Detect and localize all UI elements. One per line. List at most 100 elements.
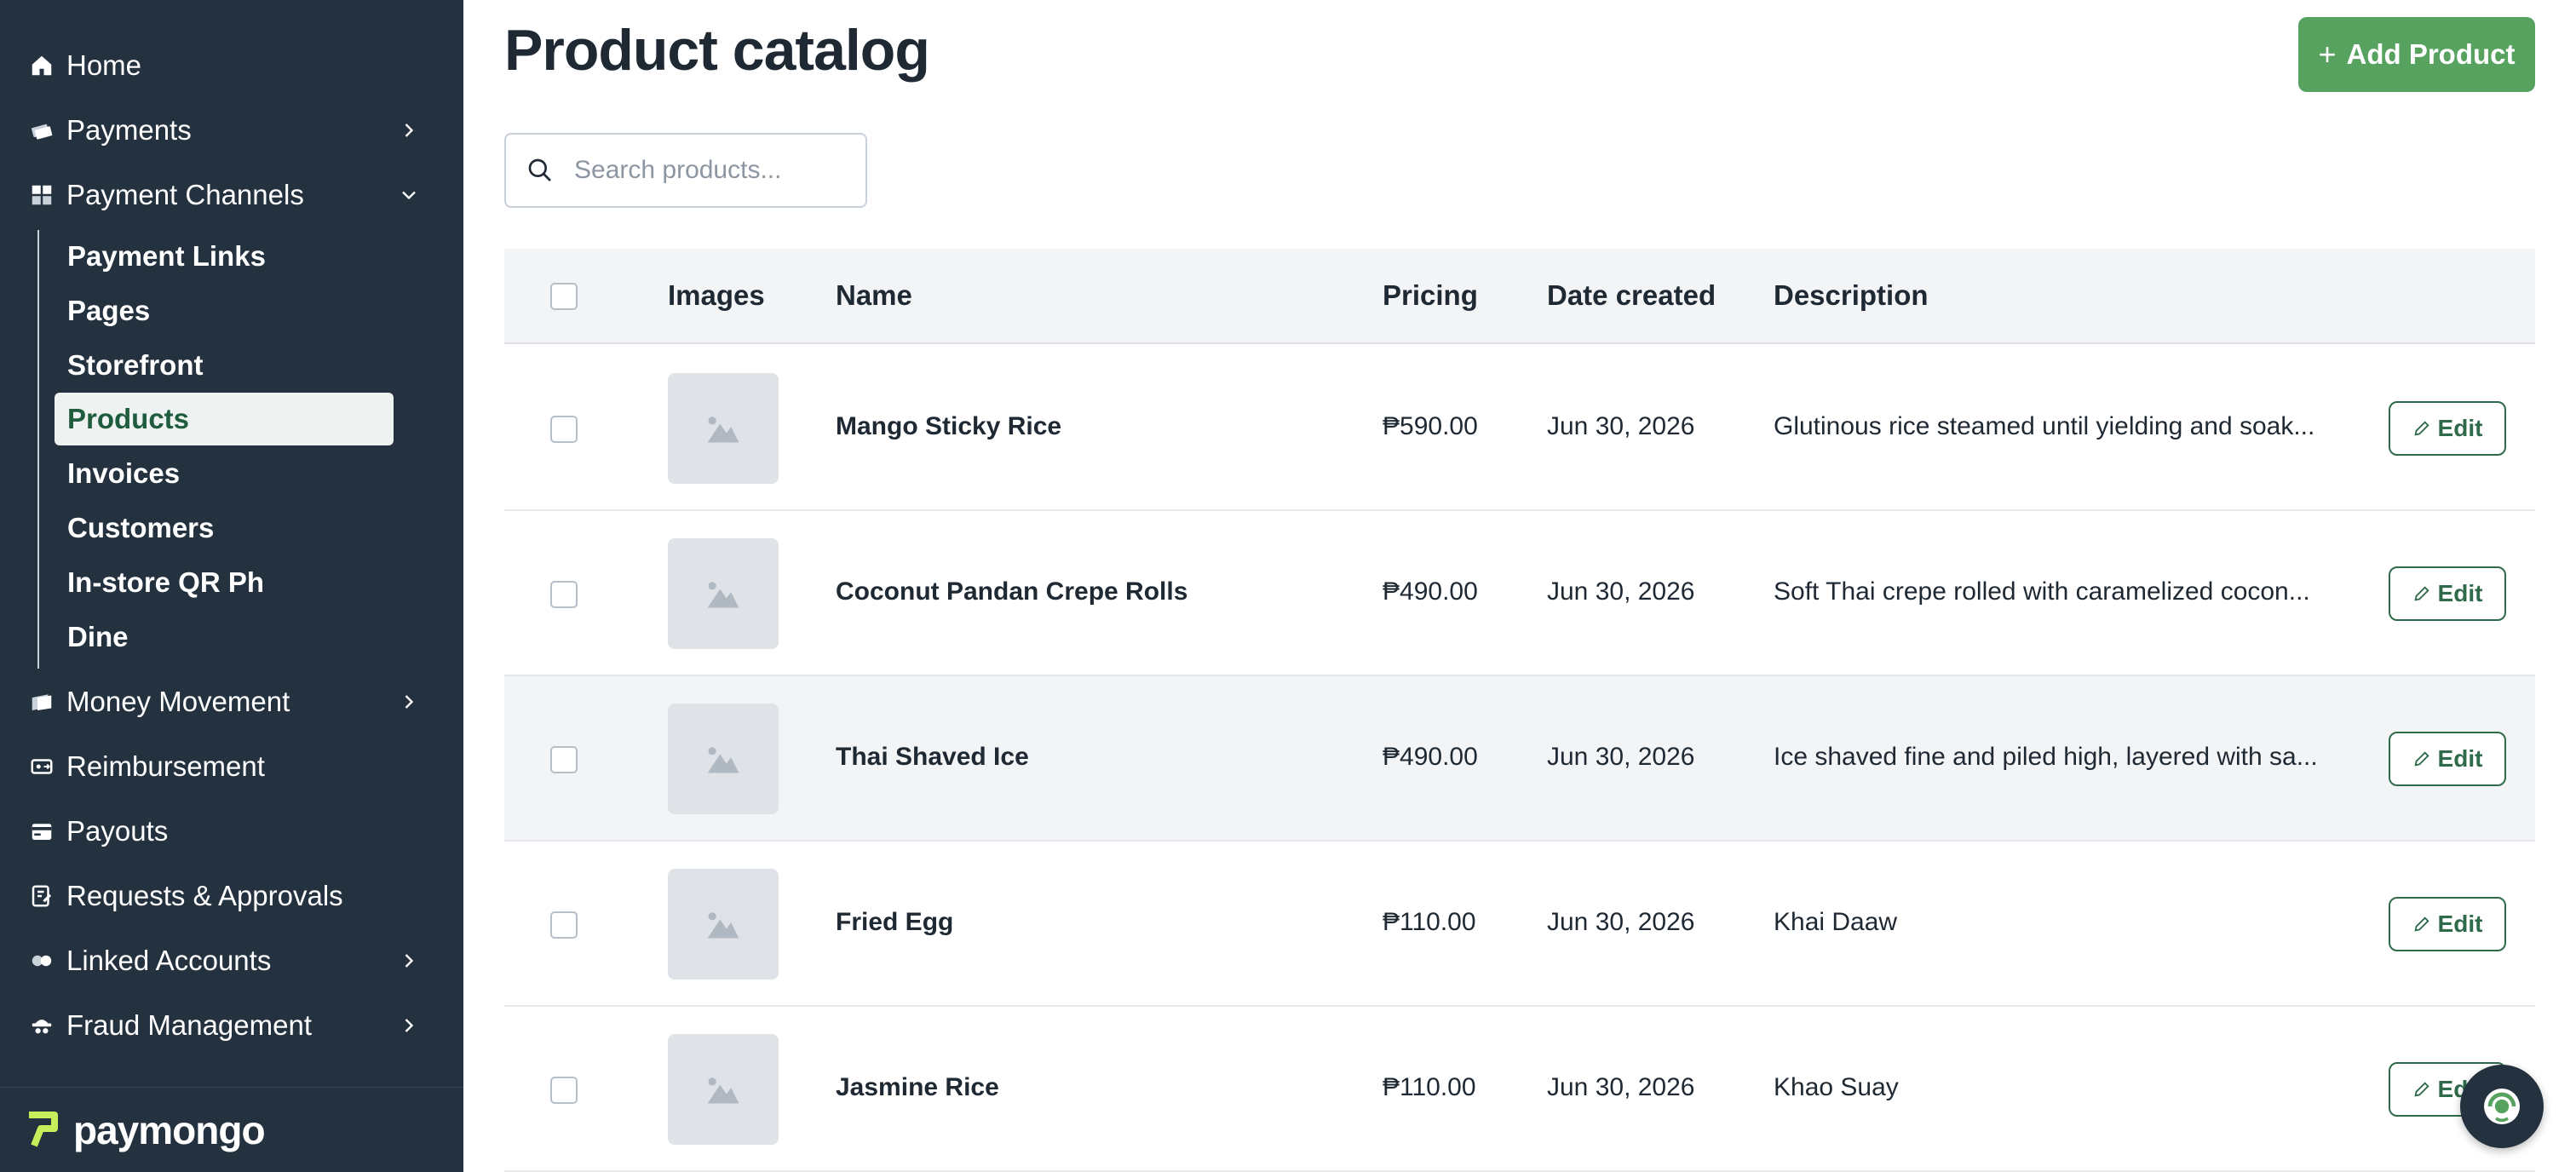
add-product-button[interactable]: + Add Product	[2298, 17, 2535, 92]
help-chat-button[interactable]	[2460, 1065, 2544, 1148]
payment-channels-icon	[27, 181, 56, 210]
table-row[interactable]: Coconut Pandan Crepe Rolls ₱490.00 Jun 3…	[504, 511, 2535, 676]
edit-button[interactable]: Edit	[2389, 897, 2506, 951]
sidebar-item-customers[interactable]: Customers	[55, 502, 394, 554]
product-description: Khao Suay	[1774, 1073, 1899, 1101]
sidebar-item-products[interactable]: Products	[55, 393, 394, 445]
plus-icon: +	[2318, 37, 2337, 72]
product-image-placeholder	[668, 373, 779, 484]
product-image-placeholder	[668, 704, 779, 814]
pencil-icon	[2414, 421, 2429, 436]
sidebar-item-label: Fraud Management	[66, 1009, 312, 1041]
row-checkbox[interactable]	[550, 581, 578, 608]
sidebar-item-label: Linked Accounts	[66, 945, 272, 976]
payments-icon	[27, 116, 56, 145]
table-row[interactable]: Fried Egg ₱110.00 Jun 30, 2026 Khai Daaw…	[504, 842, 2535, 1007]
sidebar-item-label: Payouts	[66, 815, 169, 847]
pencil-icon	[2414, 586, 2429, 601]
pencil-icon	[2414, 1082, 2429, 1097]
select-all-checkbox[interactable]	[550, 283, 578, 310]
image-placeholder-icon	[707, 747, 739, 773]
brand-name: paymongo	[73, 1107, 266, 1152]
table-row[interactable]: Thai Shaved Ice ₱490.00 Jun 30, 2026 Ice…	[504, 676, 2535, 842]
edit-label: Edit	[2437, 580, 2483, 606]
money-movement-icon	[27, 687, 56, 716]
product-name: Coconut Pandan Crepe Rolls	[836, 577, 1188, 606]
search-box	[504, 133, 867, 208]
sidebar-item-fraud-management[interactable]: Fraud Management	[0, 1000, 463, 1051]
paymongo-logo-icon	[29, 1111, 58, 1146]
sidebar-item-label: Requests & Approvals	[66, 880, 343, 911]
product-name: Jasmine Rice	[836, 1073, 999, 1101]
product-date: Jun 30, 2026	[1547, 577, 1695, 606]
sidebar-item-pages[interactable]: Pages	[55, 284, 394, 337]
support-agent-icon	[2484, 1089, 2520, 1124]
sidebar-item-payment-channels[interactable]: Payment Channels	[0, 169, 463, 221]
row-checkbox[interactable]	[550, 746, 578, 773]
chevron-down-icon	[402, 191, 416, 200]
image-placeholder-icon	[707, 582, 739, 608]
home-icon	[27, 51, 56, 80]
reimbursement-icon	[27, 752, 56, 781]
column-header-date-created: Date created	[1547, 279, 1716, 311]
sidebar-item-requests-approvals[interactable]: Requests & Approvals	[0, 870, 463, 922]
sidebar-footer: paymongo	[0, 1087, 463, 1172]
product-image-placeholder	[668, 1034, 779, 1145]
product-date: Jun 30, 2026	[1547, 908, 1695, 936]
sidebar-item-home[interactable]: Home	[0, 40, 463, 91]
row-checkbox[interactable]	[550, 416, 578, 443]
sidebar-item-label: Payment Channels	[66, 179, 304, 210]
chevron-right-icon	[405, 1019, 414, 1032]
row-checkbox[interactable]	[550, 911, 578, 939]
chevron-right-icon	[405, 124, 414, 137]
product-image-placeholder	[668, 538, 779, 649]
image-placeholder-icon	[707, 1077, 739, 1104]
row-checkbox[interactable]	[550, 1077, 578, 1104]
product-date: Jun 30, 2026	[1547, 1073, 1695, 1101]
linked-accounts-icon	[27, 946, 56, 975]
sidebar-item-label: Reimbursement	[66, 750, 265, 782]
sidebar-item-money-movement[interactable]: Money Movement	[0, 676, 463, 727]
product-price: ₱110.00	[1383, 1073, 1476, 1101]
page-title: Product catalog	[504, 18, 930, 83]
chevron-right-icon	[405, 695, 414, 709]
submenu-rail	[37, 230, 39, 669]
sidebar-item-dine[interactable]: Dine	[55, 611, 394, 664]
sidebar-item-in-store-qr[interactable]: In-store QR Ph	[55, 556, 394, 609]
search-icon	[528, 158, 551, 181]
sidebar-item-label: Payments	[66, 114, 192, 146]
add-product-label: Add Product	[2346, 38, 2516, 70]
edit-button[interactable]: Edit	[2389, 732, 2506, 786]
payouts-icon	[27, 817, 56, 846]
sidebar: Home Payments Payment Channels Payment L…	[0, 0, 463, 1172]
pencil-icon	[2414, 751, 2429, 767]
edit-button[interactable]: Edit	[2389, 566, 2506, 621]
table-row[interactable]: Mango Sticky Rice ₱590.00 Jun 30, 2026 G…	[504, 346, 2535, 511]
image-placeholder-icon	[707, 912, 739, 939]
product-description: Soft Thai crepe rolled with caramelized …	[1774, 577, 2310, 606]
column-header-pricing: Pricing	[1383, 279, 1478, 311]
sidebar-item-reimbursement[interactable]: Reimbursement	[0, 741, 463, 792]
edit-label: Edit	[2437, 415, 2483, 441]
sidebar-item-linked-accounts[interactable]: Linked Accounts	[0, 935, 463, 986]
column-header-name: Name	[836, 279, 912, 311]
edit-label: Edit	[2437, 911, 2483, 937]
sidebar-item-invoices[interactable]: Invoices	[55, 447, 394, 500]
product-price: ₱490.00	[1383, 577, 1478, 606]
product-description: Khai Daaw	[1774, 908, 1898, 936]
product-price: ₱590.00	[1383, 412, 1478, 440]
product-price: ₱490.00	[1383, 743, 1478, 771]
product-name: Thai Shaved Ice	[836, 743, 1029, 771]
sidebar-item-payment-links[interactable]: Payment Links	[55, 230, 394, 283]
sidebar-item-payments[interactable]: Payments	[0, 105, 463, 156]
product-description: Glutinous rice steamed until yielding an…	[1774, 412, 2315, 440]
product-name: Fried Egg	[836, 908, 954, 936]
table-row[interactable]: Jasmine Rice ₱110.00 Jun 30, 2026 Khao S…	[504, 1007, 2535, 1172]
edit-button[interactable]: Edit	[2389, 401, 2506, 456]
sidebar-item-payouts[interactable]: Payouts	[0, 806, 463, 857]
search-input[interactable]	[574, 156, 847, 185]
sidebar-item-storefront[interactable]: Storefront	[55, 339, 394, 392]
product-image-placeholder	[668, 869, 779, 980]
image-placeholder-icon	[707, 417, 739, 443]
fraud-icon	[27, 1011, 56, 1040]
